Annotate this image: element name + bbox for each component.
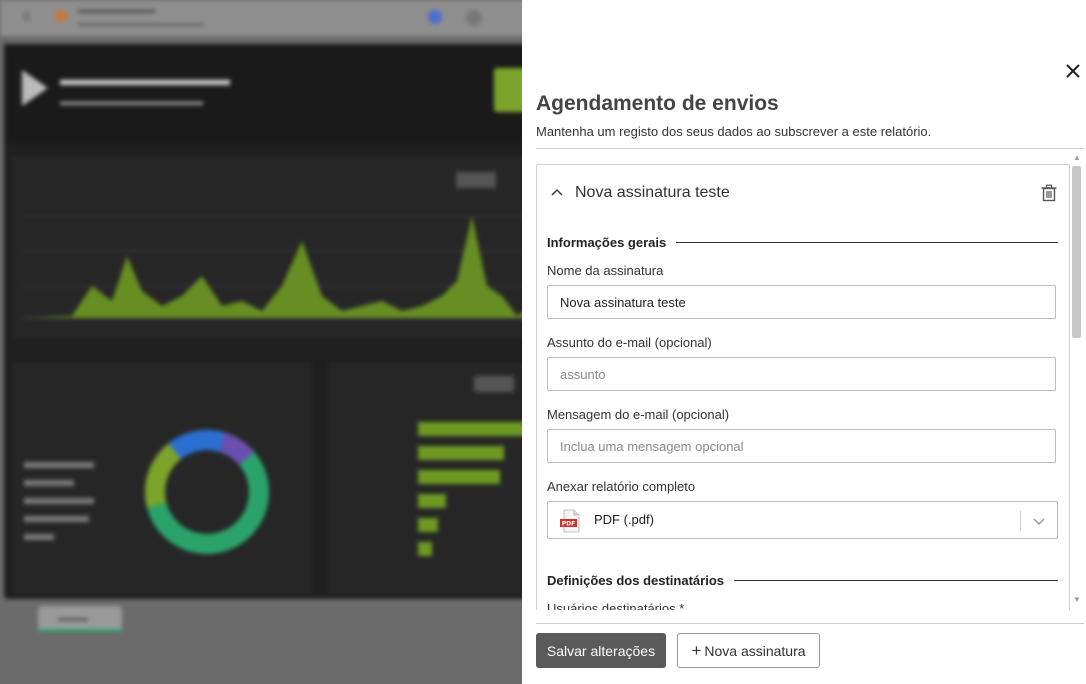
svg-text:PDF: PDF bbox=[562, 521, 575, 528]
new-subscription-label: Nova assinatura bbox=[704, 642, 806, 659]
dashboard-logo-icon bbox=[22, 70, 48, 106]
pdf-file-icon: PDF bbox=[560, 509, 580, 533]
close-button[interactable] bbox=[1062, 60, 1084, 82]
select-divider bbox=[1020, 511, 1021, 531]
background-donut-chart bbox=[24, 430, 269, 554]
menu-icon: ☰ bbox=[22, 12, 31, 23]
attach-report-select[interactable]: PDF PDF (.pdf) bbox=[547, 501, 1058, 539]
background-title-blur: ▬▬▬▬▬▬▬ bbox=[78, 4, 155, 16]
subscription-name-input[interactable] bbox=[547, 285, 1056, 319]
email-subject-input[interactable] bbox=[547, 357, 1056, 391]
trash-icon bbox=[1041, 184, 1057, 202]
email-subject-label: Assunto do e-mail (opcional) bbox=[547, 335, 712, 350]
recipients-section-heading: Definições dos destinatários bbox=[547, 573, 1058, 588]
subscription-name-label: Nome da assinatura bbox=[547, 263, 664, 278]
background-page-tab-underline bbox=[38, 629, 122, 632]
panel-scrollbar[interactable]: ▲ ▼ bbox=[1070, 152, 1084, 608]
subscription-card: Nova assinatura teste Informações gerais… bbox=[536, 164, 1070, 610]
attach-report-label: Anexar relatório completo bbox=[547, 479, 696, 494]
new-subscription-button[interactable]: + Nova assinatura bbox=[677, 633, 820, 668]
subscription-card-title: Nova assinatura teste bbox=[575, 184, 730, 201]
help-icon bbox=[428, 10, 442, 24]
footer-divider bbox=[536, 623, 1084, 624]
subscription-scroll-area[interactable]: Nova assinatura teste Informações gerais… bbox=[536, 152, 1084, 610]
background-page-tab: ▬▬▬ bbox=[38, 606, 122, 632]
chevron-up-icon bbox=[551, 188, 563, 196]
background-dashboard-title-blur: ▬▬▬▬▬▬▬▬▬▬ bbox=[60, 70, 230, 89]
subscription-card-header[interactable]: Nova assinatura teste bbox=[537, 165, 1069, 221]
recipients-section-rule bbox=[734, 580, 1058, 581]
email-message-input[interactable] bbox=[547, 429, 1056, 463]
scrollbar-thumb[interactable] bbox=[1072, 166, 1081, 338]
app-logo-icon bbox=[55, 10, 67, 22]
user-avatar-icon bbox=[466, 10, 482, 26]
background-subtitle-blur: ▬▬▬▬▬▬▬▬▬▬▬▬▬▬ bbox=[78, 18, 204, 28]
email-message-label: Mensagem do e-mail (opcional) bbox=[547, 407, 730, 422]
general-info-section-rule bbox=[676, 242, 1058, 243]
chevron-down-icon bbox=[1033, 518, 1045, 526]
recipients-section-title: Definições dos destinatários bbox=[547, 573, 724, 588]
background-dashboard-subtitle-blur: ▬▬▬▬▬▬▬▬▬▬▬▬▬ bbox=[60, 96, 203, 108]
panel-divider bbox=[536, 148, 1084, 149]
scheduling-panel: Agendamento de envios Mantenha um regist… bbox=[522, 0, 1086, 684]
close-icon bbox=[1066, 64, 1080, 78]
background-donut-card bbox=[12, 362, 312, 594]
save-changes-button[interactable]: Salvar alterações bbox=[536, 633, 666, 668]
scroll-up-arrow-icon[interactable]: ▲ bbox=[1073, 154, 1081, 162]
scroll-down-arrow-icon[interactable]: ▼ bbox=[1073, 596, 1081, 604]
background-page-tab-label-blur: ▬▬▬ bbox=[58, 613, 88, 624]
delete-subscription-button[interactable] bbox=[1039, 183, 1059, 203]
attach-report-selected-value: PDF (.pdf) bbox=[594, 512, 654, 527]
panel-subtitle: Mantenha um registo dos seus dados ao su… bbox=[536, 124, 932, 139]
recipient-users-label: Usuários destinatários * bbox=[547, 601, 685, 610]
general-info-section-heading: Informações gerais bbox=[547, 235, 1058, 250]
panel-title: Agendamento de envios bbox=[536, 92, 779, 115]
plus-icon: + bbox=[691, 641, 702, 660]
general-info-section-title: Informações gerais bbox=[547, 235, 667, 250]
